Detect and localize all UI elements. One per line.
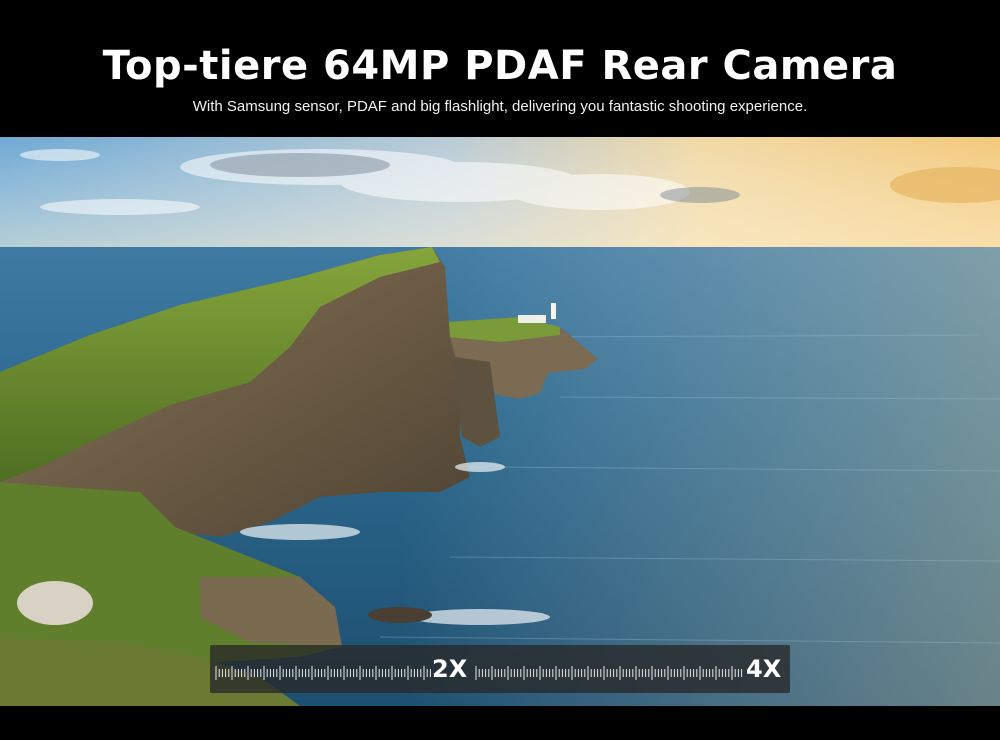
page-subtitle: With Samsung sensor, PDAF and big flashl… (192, 98, 808, 115)
zoom-ruler-ticks (215, 666, 431, 680)
coastal-landscape-image (0, 137, 1000, 706)
camera-sample-photo (0, 137, 1000, 706)
zoom-level-4x: 4X (746, 655, 782, 683)
footer-band (0, 706, 1000, 740)
page-title: Top-tiere 64MP PDAF Rear Camera (102, 43, 898, 89)
zoom-ruler-ticks (475, 666, 743, 680)
zoom-scale-bar: 2X 4X (210, 645, 790, 693)
zoom-level-2x: 2X (432, 655, 468, 683)
header: Top-tiere 64MP PDAF Rear Camera With Sam… (0, 0, 1000, 137)
